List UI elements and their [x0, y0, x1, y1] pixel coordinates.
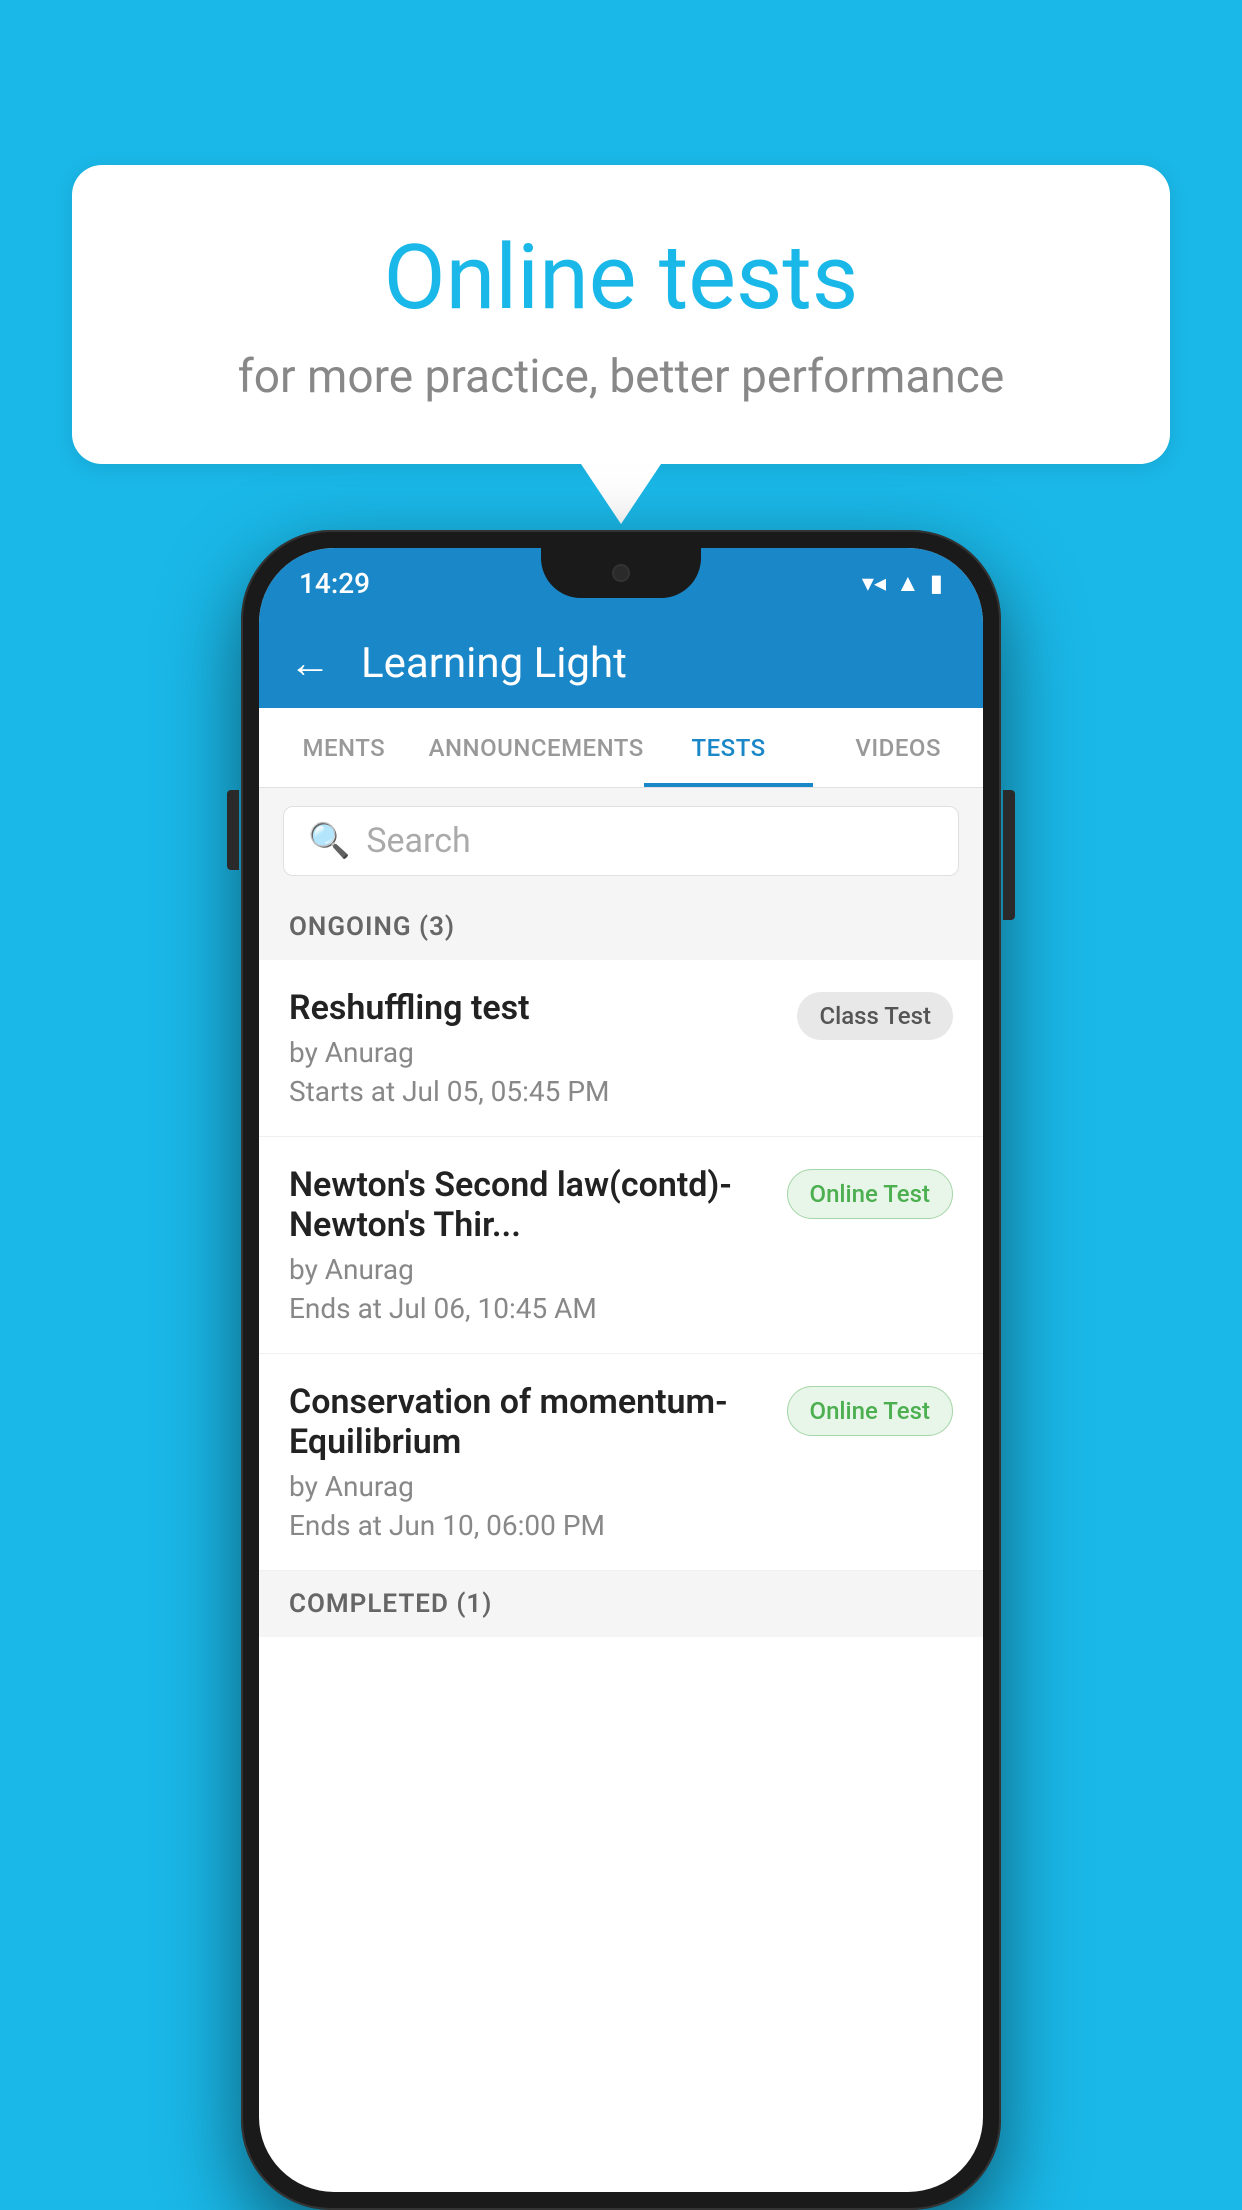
- test-time-1: Starts at Jul 05, 05:45 PM: [289, 1075, 777, 1108]
- test-author-2: by Anurag: [289, 1253, 767, 1286]
- signal-icon: ▲: [896, 569, 920, 598]
- test-author-3: by Anurag: [289, 1470, 767, 1503]
- search-container: 🔍 Search: [259, 788, 983, 894]
- phone-screen: 14:29 ▾◂ ▲ ▮ ← Learning Light MENTS: [259, 548, 983, 2192]
- speech-bubble: Online tests for more practice, better p…: [72, 165, 1170, 464]
- test-time-2: Ends at Jul 06, 10:45 AM: [289, 1292, 767, 1325]
- phone-container: 14:29 ▾◂ ▲ ▮ ← Learning Light MENTS: [241, 530, 1001, 2210]
- tab-announcements[interactable]: ANNOUNCEMENTS: [429, 708, 644, 787]
- test-info-3: Conservation of momentum-Equilibrium by …: [289, 1382, 787, 1542]
- camera-dot: [612, 564, 630, 582]
- test-badge-2: Online Test: [787, 1169, 953, 1219]
- tab-tests[interactable]: TESTS: [644, 708, 814, 787]
- battery-icon: ▮: [930, 569, 943, 597]
- test-badge-3: Online Test: [787, 1386, 953, 1436]
- status-time: 14:29: [299, 567, 370, 600]
- test-list: Reshuffling test by Anurag Starts at Jul…: [259, 960, 983, 1571]
- test-name-2: Newton's Second law(contd)-Newton's Thir…: [289, 1165, 767, 1245]
- phone-outer: 14:29 ▾◂ ▲ ▮ ← Learning Light MENTS: [241, 530, 1001, 2210]
- test-name-3: Conservation of momentum-Equilibrium: [289, 1382, 767, 1462]
- speech-bubble-title: Online tests: [152, 225, 1090, 330]
- completed-section-header: COMPLETED (1): [259, 1571, 983, 1637]
- speech-bubble-arrow: [581, 464, 661, 524]
- wifi-icon: ▾◂: [862, 569, 886, 597]
- test-item-2[interactable]: Newton's Second law(contd)-Newton's Thir…: [259, 1137, 983, 1354]
- ongoing-section-header: ONGOING (3): [259, 894, 983, 960]
- search-icon: 🔍: [308, 821, 350, 861]
- status-bar: 14:29 ▾◂ ▲ ▮: [259, 548, 983, 618]
- notch: [541, 548, 701, 598]
- tab-videos[interactable]: VIDEOS: [813, 708, 983, 787]
- back-button[interactable]: ←: [289, 639, 331, 688]
- test-author-1: by Anurag: [289, 1036, 777, 1069]
- test-info-2: Newton's Second law(contd)-Newton's Thir…: [289, 1165, 787, 1325]
- search-input[interactable]: 🔍 Search: [283, 806, 959, 876]
- app-header: ← Learning Light: [259, 618, 983, 708]
- test-info-1: Reshuffling test by Anurag Starts at Jul…: [289, 988, 797, 1108]
- tab-ments[interactable]: MENTS: [259, 708, 429, 787]
- test-time-3: Ends at Jun 10, 06:00 PM: [289, 1509, 767, 1542]
- search-placeholder: Search: [366, 821, 470, 861]
- test-badge-1: Class Test: [797, 992, 953, 1040]
- speech-bubble-container: Online tests for more practice, better p…: [72, 165, 1170, 524]
- speech-bubble-subtitle: for more practice, better performance: [152, 350, 1090, 404]
- test-item-1[interactable]: Reshuffling test by Anurag Starts at Jul…: [259, 960, 983, 1137]
- tab-bar: MENTS ANNOUNCEMENTS TESTS VIDEOS: [259, 708, 983, 788]
- test-item-3[interactable]: Conservation of momentum-Equilibrium by …: [259, 1354, 983, 1571]
- test-name-1: Reshuffling test: [289, 988, 777, 1028]
- status-icons: ▾◂ ▲ ▮: [862, 569, 943, 598]
- app-title: Learning Light: [361, 639, 627, 688]
